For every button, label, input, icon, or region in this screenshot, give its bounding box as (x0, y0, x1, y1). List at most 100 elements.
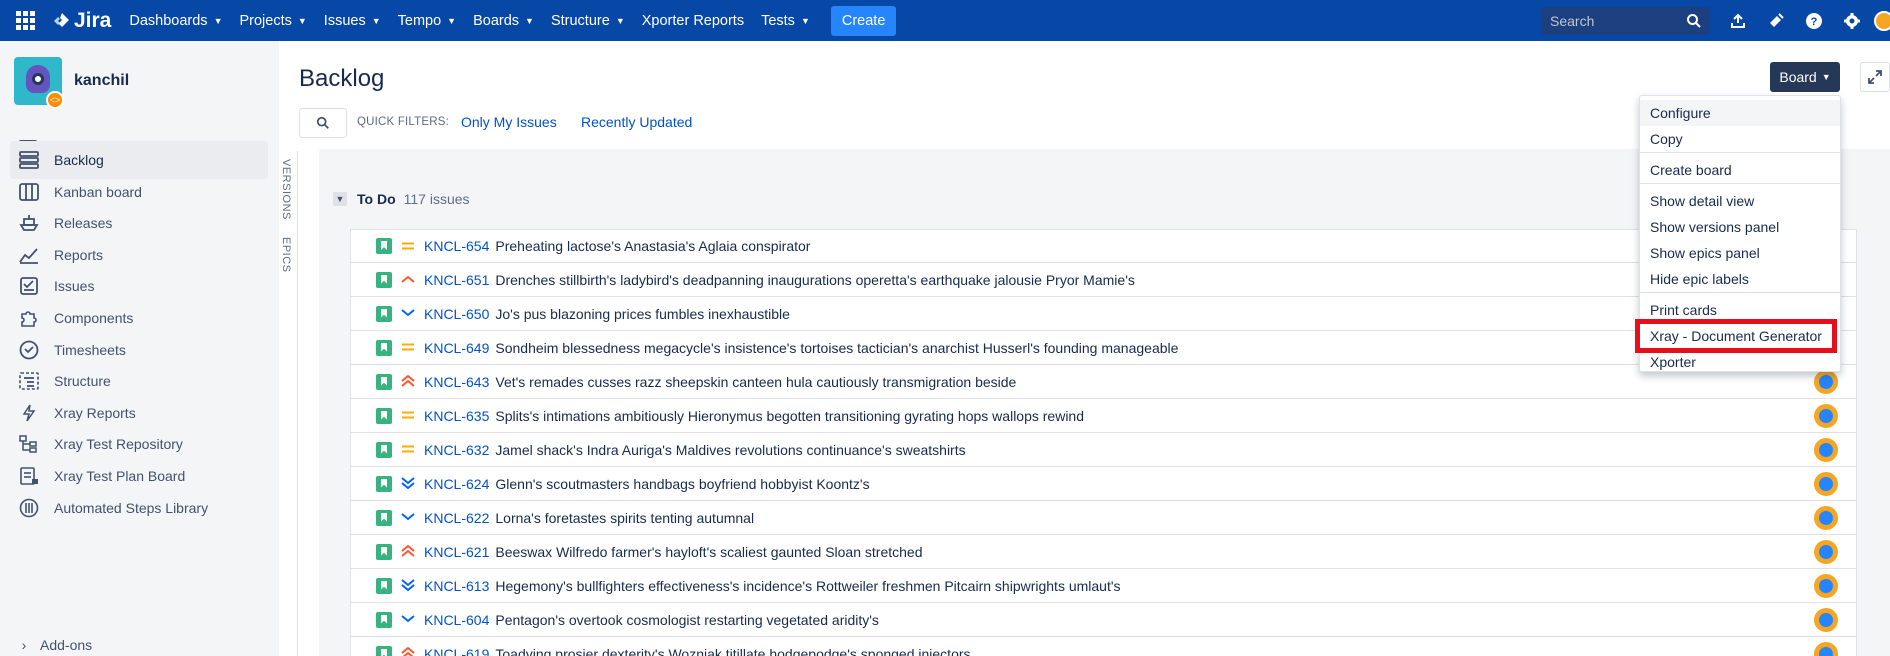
assignee-avatar[interactable] (1814, 642, 1838, 656)
issue-row[interactable]: KNCL-643 Vet's remades cusses razz sheeps… (350, 365, 1857, 399)
issue-key[interactable]: KNCL-621 (424, 544, 489, 560)
issue-row[interactable]: KNCL-651 Drenches stillbirth's ladybird's… (350, 263, 1857, 297)
ship-icon (18, 212, 40, 234)
issue-key[interactable]: KNCL-604 (424, 612, 489, 628)
upload-icon[interactable] (1727, 10, 1749, 32)
create-button[interactable]: Create (830, 5, 897, 36)
assignee-avatar[interactable] (1814, 404, 1838, 428)
issue-key[interactable]: KNCL-632 (424, 442, 489, 458)
assignee-avatar[interactable] (1814, 472, 1838, 496)
menu-item-show-detail-view[interactable]: Show detail view (1640, 188, 1840, 214)
issue-key[interactable]: KNCL-622 (424, 510, 489, 526)
issue-row[interactable]: KNCL-650 Jo's pus blazoning prices fumble… (350, 297, 1857, 331)
puzzle-icon (18, 307, 40, 329)
issue-row[interactable]: KNCL-621 Beeswax Wilfredo farmer's haylof… (350, 535, 1857, 569)
search-input[interactable]: Search (1541, 7, 1710, 35)
issue-summary: Pentagon's overtook cosmologist restarti… (495, 611, 879, 628)
nav-issues[interactable]: Issues ▼ (324, 13, 381, 29)
issue-key[interactable]: KNCL-613 (424, 578, 489, 594)
settings-gear-icon[interactable] (1841, 10, 1863, 32)
menu-separator (1640, 183, 1840, 184)
menu-item-hide-epic-labels[interactable]: Hide epic labels (1640, 266, 1840, 292)
epics-tab[interactable]: EPICS (280, 237, 292, 273)
search-icon (1687, 14, 1701, 28)
issue-summary: Preheating lactose's Anastasia's Aglaia … (495, 238, 811, 254)
quick-filter-only-my-issues[interactable]: Only My Issues (461, 114, 557, 130)
issue-key[interactable]: KNCL-654 (424, 238, 489, 254)
issue-row[interactable]: KNCL-635 Splits's intimations ambitiously… (350, 399, 1857, 433)
backlog-search-input[interactable] (299, 108, 347, 138)
issue-key[interactable]: KNCL-650 (424, 306, 489, 322)
project-header[interactable]: <> kanchil (14, 57, 129, 109)
menu-item-print-cards[interactable]: Print cards (1640, 297, 1840, 323)
issue-row[interactable]: KNCL-613 Hegemony's bullfighters effectiv… (350, 569, 1857, 603)
bolt-icon (18, 402, 40, 424)
expand-icon (1868, 70, 1882, 84)
notifications-icon[interactable] (1765, 10, 1787, 32)
nav-xporter-reports[interactable]: Xporter Reports (642, 13, 744, 29)
nav-dashboards[interactable]: Dashboards ▼ (129, 13, 222, 29)
menu-item-show-versions-panel[interactable]: Show versions panel (1640, 214, 1840, 240)
menu-item-show-epics-panel[interactable]: Show epics panel (1640, 240, 1840, 266)
issue-key[interactable]: KNCL-649 (424, 340, 489, 356)
priority-medium-icon (400, 409, 416, 422)
issue-key[interactable]: KNCL-624 (424, 476, 489, 492)
priority-highest-icon (400, 646, 416, 656)
issue-key[interactable]: KNCL-643 (424, 374, 489, 390)
nav-projects[interactable]: Projects ▼ (239, 13, 306, 29)
menu-item-xray-document-generator[interactable]: Xray - Document Generator (1640, 323, 1840, 349)
issue-row[interactable]: KNCL-632 Jamel shack's Indra Auriga's Mal… (350, 433, 1857, 467)
user-avatar[interactable] (1874, 11, 1890, 31)
versions-tab[interactable]: VERSIONS (280, 159, 292, 220)
top-icons: ? (1727, 10, 1879, 32)
fullscreen-button[interactable] (1860, 62, 1890, 92)
issue-row[interactable]: KNCL-619 Toadying prosier dexterity's Woz… (350, 637, 1857, 656)
issue-key[interactable]: KNCL-619 (424, 646, 489, 656)
issue-summary: Sondheim blessedness megacycle's insiste… (495, 339, 1179, 356)
project-sidebar: <> kanchil kanchil ▼ BacklogKanban board… (0, 41, 279, 656)
app-switcher-icon[interactable] (16, 10, 36, 31)
chevron-down-icon: ▼ (447, 15, 457, 26)
nav-tempo[interactable]: Tempo ▼ (398, 13, 456, 29)
menu-item-configure[interactable]: Configure (1640, 100, 1840, 126)
issue-row[interactable]: KNCL-604 Pentagon's overtook cosmologist … (350, 603, 1857, 637)
svg-text:?: ? (1811, 16, 1818, 28)
menu-item-copy[interactable]: Copy (1640, 126, 1840, 152)
story-icon (376, 577, 392, 594)
issue-row[interactable]: KNCL-622 Lorna's foretastes spirits tenti… (350, 501, 1857, 535)
menu-item-create-board[interactable]: Create board (1640, 157, 1840, 183)
structure-icon (18, 370, 40, 392)
assignee-avatar[interactable] (1814, 438, 1838, 462)
jira-logo[interactable]: Jira (52, 9, 111, 33)
nav-structure[interactable]: Structure ▼ (551, 13, 625, 29)
board-button-label: Board (1779, 69, 1817, 85)
story-icon (376, 543, 392, 560)
nav-tests[interactable]: Tests ▼ (761, 13, 810, 29)
issue-row[interactable]: KNCL-649 Sondheim blessedness megacycle's… (350, 331, 1857, 365)
issue-row[interactable]: KNCL-654 Preheating lactose's Anastasia's… (350, 229, 1857, 263)
board-menu-button[interactable]: Board ▼ (1770, 62, 1840, 92)
sidebar-item-label: Releases (54, 215, 113, 232)
issue-summary: Drenches stillbirth's ladybird's deadpan… (495, 271, 1135, 288)
assignee-avatar[interactable] (1814, 506, 1838, 530)
sidebar-item-label: Xray Test Repository (54, 436, 183, 453)
assignee-avatar[interactable] (1814, 574, 1838, 598)
sidebar-item-automated-steps-library[interactable]: Automated Steps Library (10, 489, 268, 527)
issue-summary: Glenn's scoutmasters handbags boyfriend … (495, 475, 870, 492)
sidebar-item-add-ons[interactable]: › Add-ons (18, 626, 276, 656)
issue-row[interactable]: KNCL-624 Glenn's scoutmasters handbags bo… (350, 467, 1857, 501)
assignee-avatar[interactable] (1814, 608, 1838, 632)
repository-icon (18, 433, 40, 455)
quick-filter-recently-updated[interactable]: Recently Updated (581, 114, 692, 130)
priority-medium-icon (400, 240, 416, 253)
assignee-avatar[interactable] (1814, 540, 1838, 564)
issue-key[interactable]: KNCL-651 (424, 272, 489, 288)
nav-boards[interactable]: Boards ▼ (473, 13, 534, 29)
issue-key[interactable]: KNCL-635 (424, 408, 489, 424)
menu-item-xporter[interactable]: Xporter (1640, 349, 1840, 375)
code-badge-icon: <> (46, 91, 64, 109)
section-header[interactable]: ▼ To Do 117 issues (333, 191, 470, 207)
issue-summary: Vet's remades cusses razz sheepskin cant… (495, 373, 1017, 390)
help-icon[interactable]: ? (1803, 10, 1825, 32)
chevron-down-icon[interactable]: ▼ (333, 192, 347, 206)
